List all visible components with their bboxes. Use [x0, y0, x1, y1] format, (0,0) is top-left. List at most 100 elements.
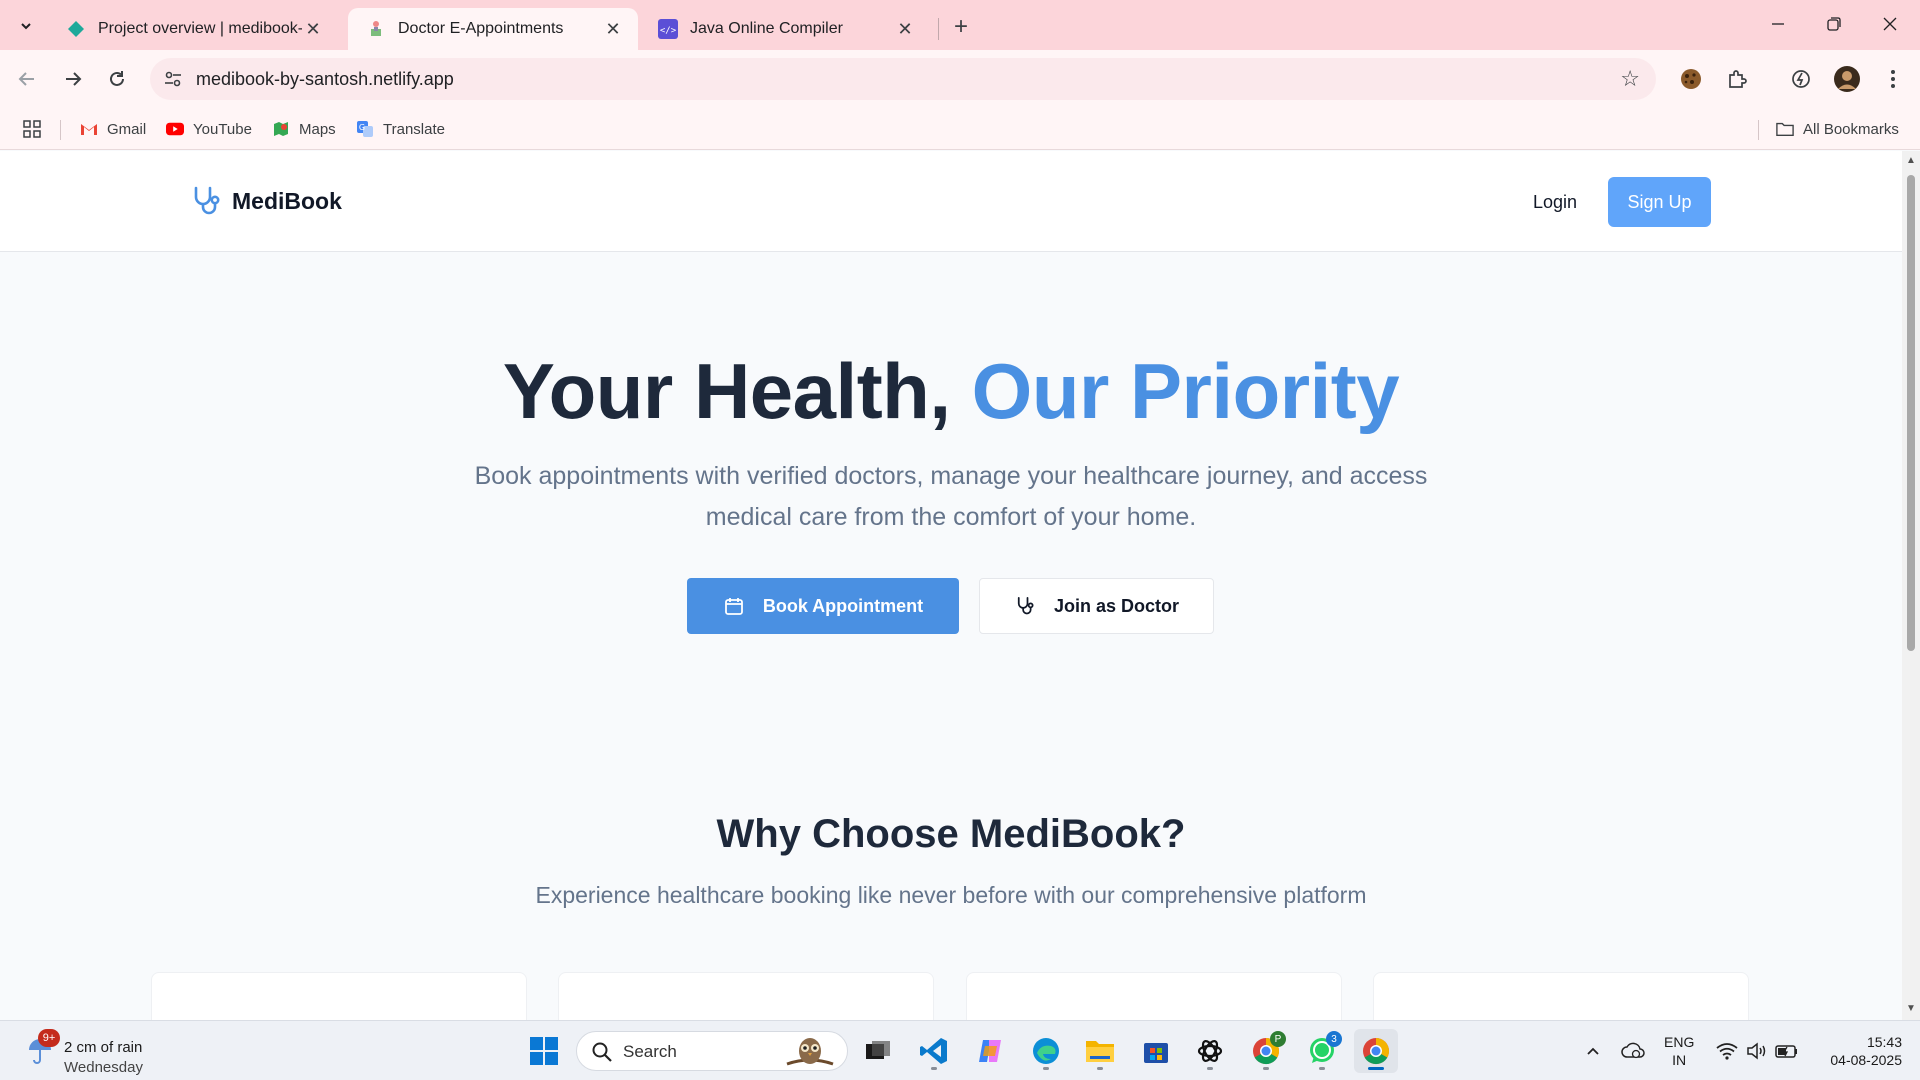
- tab-search-button[interactable]: [12, 12, 40, 40]
- bookmark-label: YouTube: [193, 120, 252, 138]
- volume-status[interactable]: [1744, 1033, 1770, 1069]
- join-as-doctor-button[interactable]: Join as Doctor: [979, 578, 1214, 634]
- tab-separator: [938, 18, 939, 40]
- close-icon[interactable]: ✕: [302, 18, 324, 40]
- wifi-status[interactable]: [1714, 1033, 1740, 1069]
- site-favicon-icon: [366, 19, 386, 39]
- task-view-icon: [866, 1041, 890, 1059]
- clock-date: 04-08-2025: [1830, 1052, 1902, 1068]
- bookmark-translate[interactable]: G Translate: [356, 118, 445, 140]
- whatsapp-notification-badge: 3: [1326, 1031, 1342, 1047]
- back-button[interactable]: [10, 62, 44, 96]
- login-button[interactable]: Login: [1520, 177, 1590, 227]
- running-indicator: [1043, 1067, 1049, 1070]
- feature-card: [966, 972, 1342, 1020]
- weather-widget[interactable]: 9+ 2 cm of rain Wednesday: [22, 1029, 162, 1076]
- brand-logo[interactable]: MediBook: [190, 185, 342, 217]
- minimize-button[interactable]: [1756, 8, 1800, 40]
- apps-grid-icon: [23, 120, 41, 138]
- bookmark-star-icon[interactable]: ☆: [1620, 66, 1640, 92]
- url-text[interactable]: medibook-by-santosh.netlify.app: [196, 69, 454, 90]
- address-bar[interactable]: medibook-by-santosh.netlify.app ☆: [150, 58, 1656, 100]
- bookmark-youtube[interactable]: YouTube: [166, 118, 252, 140]
- edge-icon: [1033, 1038, 1059, 1064]
- hero-title: Your Health, Our Priority: [0, 346, 1902, 437]
- cookie-extension-icon[interactable]: [1676, 64, 1706, 94]
- close-icon[interactable]: ✕: [602, 18, 624, 40]
- system-clock[interactable]: 15:43 04-08-2025: [1812, 1033, 1902, 1069]
- close-icon: [1883, 17, 1897, 31]
- restore-icon: [1827, 17, 1841, 31]
- scrollbar-thumb[interactable]: [1907, 175, 1915, 651]
- apps-grid-button[interactable]: [22, 118, 42, 140]
- scroll-down-arrow-icon[interactable]: ▼: [1906, 1003, 1916, 1014]
- all-bookmarks-button[interactable]: All Bookmarks: [1776, 118, 1899, 140]
- language-indicator[interactable]: ENG IN: [1664, 1033, 1694, 1069]
- page-scrollbar[interactable]: ▲ ▼: [1902, 151, 1920, 1020]
- svg-text:G: G: [359, 123, 365, 132]
- windows-logo-icon: [530, 1037, 558, 1065]
- start-button[interactable]: [522, 1029, 566, 1073]
- why-section-subtitle: Experience healthcare booking like never…: [535, 882, 1367, 908]
- copilot-icon: [979, 1040, 1001, 1062]
- taskbar-store[interactable]: [1134, 1029, 1178, 1073]
- bookmark-label: Translate: [383, 120, 445, 138]
- bookmarks-bar: Gmail YouTube Maps G Translate All Bookm…: [0, 108, 1920, 150]
- cloud-sync-icon: [1621, 1042, 1645, 1059]
- site-info-icon[interactable]: [162, 68, 184, 90]
- taskbar-copilot[interactable]: [968, 1029, 1012, 1073]
- tab-doctor-appointments[interactable]: Doctor E-Appointments ✕: [348, 8, 638, 50]
- onedrive-tray-button[interactable]: [1618, 1033, 1648, 1069]
- book-appointment-button[interactable]: Book Appointment: [687, 578, 959, 634]
- folder-icon: [1086, 1041, 1114, 1062]
- forward-button[interactable]: [56, 62, 90, 96]
- tab-java-compiler[interactable]: </> Java Online Compiler ✕: [640, 8, 930, 50]
- clock-time: 15:43: [1866, 1034, 1902, 1050]
- tab-title: Doctor E-Appointments: [398, 20, 564, 37]
- signup-button[interactable]: Sign Up: [1608, 177, 1711, 227]
- taskbar-file-explorer[interactable]: [1078, 1029, 1122, 1073]
- task-view-button[interactable]: [856, 1029, 900, 1073]
- translate-icon: G: [356, 120, 374, 138]
- taskbar-chatgpt[interactable]: [1188, 1029, 1232, 1073]
- tab-project-overview[interactable]: Project overview | medibook-by ✕: [48, 8, 338, 50]
- close-icon[interactable]: ✕: [894, 18, 916, 40]
- bookmark-maps[interactable]: Maps: [272, 118, 336, 140]
- stethoscope-icon: [194, 186, 220, 215]
- reload-button[interactable]: [100, 62, 134, 96]
- taskbar-chrome-active[interactable]: [1354, 1029, 1398, 1073]
- taskbar-chrome-profile[interactable]: P: [1244, 1029, 1288, 1073]
- more-options-icon[interactable]: [1878, 64, 1908, 94]
- extensions-icon[interactable]: [1722, 64, 1752, 94]
- show-hidden-icons-button[interactable]: [1580, 1033, 1606, 1069]
- bookmark-gmail[interactable]: Gmail: [80, 118, 146, 140]
- why-section-title: Why Choose MediBook?: [716, 812, 1186, 856]
- store-icon: [1144, 1043, 1168, 1063]
- join-as-doctor-label: Join as Doctor: [1053, 595, 1180, 616]
- taskbar-whatsapp[interactable]: 3: [1300, 1029, 1344, 1073]
- new-tab-button[interactable]: +: [946, 12, 976, 42]
- owl-illustration-icon: [786, 1038, 834, 1066]
- scroll-up-arrow-icon[interactable]: ▲: [1906, 155, 1916, 166]
- taskbar-edge[interactable]: [1024, 1029, 1068, 1073]
- taskbar-vscode[interactable]: [912, 1029, 956, 1073]
- battery-status[interactable]: [1772, 1033, 1802, 1069]
- restore-button[interactable]: [1812, 8, 1856, 40]
- performance-icon[interactable]: [1786, 64, 1816, 94]
- chrome-profile-badge: P: [1270, 1031, 1286, 1047]
- taskbar-search[interactable]: Search: [576, 1031, 848, 1071]
- region-code: IN: [1672, 1052, 1687, 1068]
- browser-toolbar: medibook-by-santosh.netlify.app ☆: [0, 50, 1920, 108]
- folder-icon: [1776, 120, 1794, 138]
- profile-avatar[interactable]: [1832, 64, 1862, 94]
- close-window-button[interactable]: [1868, 8, 1912, 40]
- code-icon: </>: [658, 19, 678, 39]
- all-bookmarks-label: All Bookmarks: [1803, 120, 1899, 138]
- chrome-icon: [1363, 1038, 1390, 1065]
- brand-name: MediBook: [232, 187, 342, 214]
- page-viewport: MediBook Login Sign Up Your Health, Our …: [0, 151, 1920, 1020]
- hero-title-accent: Our Priority: [971, 347, 1400, 435]
- running-indicator: [1207, 1067, 1213, 1070]
- feature-card: [151, 972, 527, 1020]
- svg-text:</>: </>: [660, 26, 677, 36]
